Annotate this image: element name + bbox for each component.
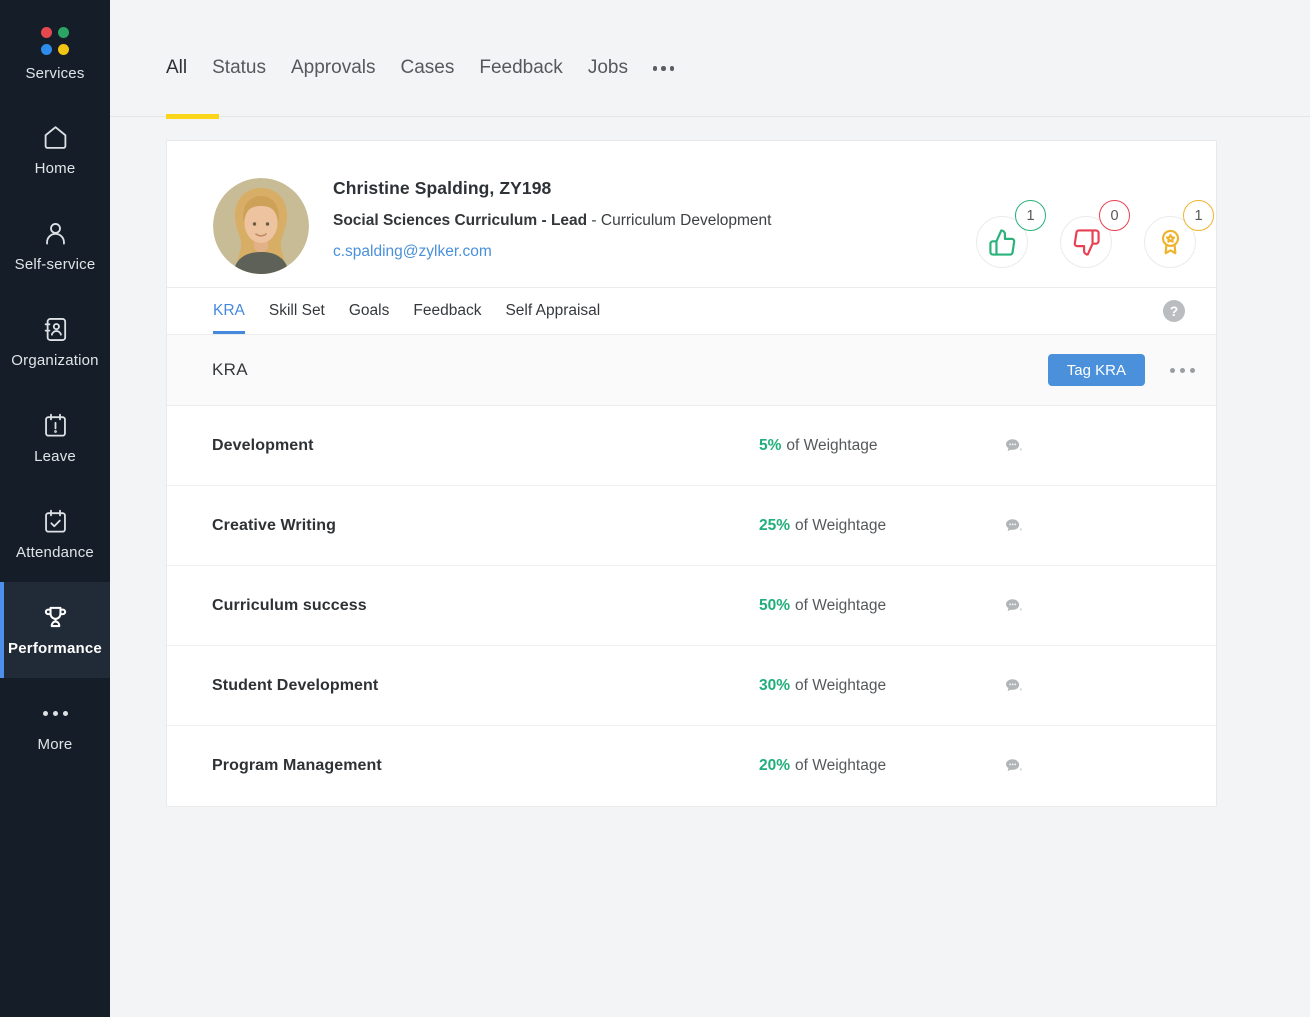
home-icon	[41, 123, 69, 151]
top-tab-bar: All Status Approvals Cases Feedback Jobs	[110, 0, 1310, 117]
comment-icon[interactable]	[1005, 678, 1022, 693]
kra-row-title: Curriculum success	[212, 597, 367, 615]
sidebar: Services Home Self-service Organization …	[0, 0, 110, 1017]
thumbs-down-count-badge: 0	[1099, 200, 1130, 231]
sidebar-item-label: Performance	[8, 640, 102, 657]
kra-row-weightage: 30% of Weightage	[759, 677, 886, 695]
kra-row-list: Development 5% of Weightage Creative Writ…	[167, 406, 1216, 806]
employee-header: Christine Spalding, ZY198 Social Science…	[167, 141, 1216, 288]
kra-row-percent: 50%	[759, 597, 790, 615]
comment-icon[interactable]	[1005, 518, 1022, 533]
sidebar-item-label: Home	[35, 160, 76, 177]
tab-jobs[interactable]: Jobs	[588, 56, 628, 116]
trophy-icon	[41, 603, 69, 631]
kra-row-percent: 25%	[759, 517, 790, 535]
tab-feedback[interactable]: Feedback	[479, 56, 562, 116]
kra-row-weightage-label: of Weightage	[786, 437, 877, 455]
sidebar-item-organization[interactable]: Organization	[0, 294, 110, 390]
tag-kra-button[interactable]: Tag KRA	[1048, 354, 1145, 386]
tab-goals[interactable]: Goals	[349, 288, 390, 334]
ellipsis-icon	[41, 699, 69, 727]
comment-icon[interactable]	[1005, 759, 1022, 774]
comment-icon[interactable]	[1005, 598, 1022, 613]
kra-row-title: Development	[212, 437, 314, 455]
thumbs-up-count-badge: 1	[1015, 200, 1046, 231]
kra-row-percent: 30%	[759, 677, 790, 695]
kra-row-weightage: 5% of Weightage	[759, 437, 877, 455]
kra-row-percent: 5%	[759, 437, 781, 455]
sidebar-item-home[interactable]: Home	[0, 102, 110, 198]
kra-row-title: Creative Writing	[212, 517, 336, 535]
kra-row-weightage: 20% of Weightage	[759, 757, 886, 775]
thumbs-down-button[interactable]: 0	[1060, 216, 1112, 268]
tab-feedback-inner[interactable]: Feedback	[413, 288, 481, 334]
sidebar-item-self-service[interactable]: Self-service	[0, 198, 110, 294]
kra-row-weightage-label: of Weightage	[795, 517, 886, 535]
sidebar-item-label: Attendance	[16, 544, 94, 561]
kra-row: Curriculum success 50% of Weightage	[167, 566, 1216, 646]
kra-row: Development 5% of Weightage	[167, 406, 1216, 486]
sidebar-item-label: Leave	[34, 448, 76, 465]
profile-tab-bar: KRA Skill Set Goals Feedback Self Apprai…	[167, 288, 1216, 335]
employee-card: Christine Spalding, ZY198 Social Science…	[166, 140, 1217, 807]
employee-info: Christine Spalding, ZY198 Social Science…	[333, 178, 771, 261]
sidebar-item-services[interactable]: Services	[0, 6, 110, 102]
avatar	[213, 178, 309, 274]
kra-more-menu-icon[interactable]	[1168, 362, 1197, 379]
thumbs-up-button[interactable]: 1	[976, 216, 1028, 268]
employee-role-primary: Social Sciences Curriculum - Lead	[333, 212, 587, 229]
award-button[interactable]: 1	[1144, 216, 1196, 268]
tab-skill-set[interactable]: Skill Set	[269, 288, 325, 334]
kra-row: Creative Writing 25% of Weightage	[167, 486, 1216, 566]
kra-row-title: Program Management	[212, 757, 382, 775]
sidebar-item-more[interactable]: More	[0, 678, 110, 774]
employee-role-separator: -	[587, 212, 601, 229]
sidebar-item-label: Self-service	[15, 256, 96, 273]
kra-row: Program Management 20% of Weightage	[167, 726, 1216, 806]
employee-email-link[interactable]: c.spalding@zylker.com	[333, 243, 771, 261]
employee-role-secondary: Curriculum Development	[601, 212, 772, 229]
kra-row-weightage: 50% of Weightage	[759, 597, 886, 615]
org-book-icon	[41, 315, 69, 343]
person-icon	[41, 219, 69, 247]
employee-role: Social Sciences Curriculum - Lead - Curr…	[333, 212, 771, 230]
calendar-check-icon	[41, 507, 69, 535]
kra-row-weightage-label: of Weightage	[795, 757, 886, 775]
main-content: All Status Approvals Cases Feedback Jobs	[110, 0, 1310, 1017]
sidebar-item-label: More	[38, 736, 73, 753]
employee-name: Christine Spalding, ZY198	[333, 178, 771, 199]
sidebar-item-label: Services	[25, 65, 84, 82]
sidebar-item-leave[interactable]: Leave	[0, 390, 110, 486]
calendar-exclaim-icon	[41, 411, 69, 439]
kra-row: Student Development 30% of Weightage	[167, 646, 1216, 726]
tab-all[interactable]: All	[166, 56, 187, 116]
tab-self-appraisal[interactable]: Self Appraisal	[505, 288, 600, 334]
sidebar-item-performance[interactable]: Performance	[0, 582, 110, 678]
kra-section-title: KRA	[212, 360, 248, 380]
kra-row-percent: 20%	[759, 757, 790, 775]
sidebar-item-attendance[interactable]: Attendance	[0, 486, 110, 582]
reaction-buttons: 1 0 1	[976, 216, 1196, 268]
more-tabs-icon[interactable]	[653, 56, 675, 71]
kra-row-weightage-label: of Weightage	[795, 677, 886, 695]
kra-row-title: Student Development	[212, 677, 378, 695]
help-icon[interactable]: ?	[1163, 300, 1185, 322]
kra-row-weightage-label: of Weightage	[795, 597, 886, 615]
tab-approvals[interactable]: Approvals	[291, 56, 376, 116]
tab-cases[interactable]: Cases	[401, 56, 455, 116]
sidebar-item-label: Organization	[11, 352, 98, 369]
award-count-badge: 1	[1183, 200, 1214, 231]
tab-status[interactable]: Status	[212, 56, 266, 116]
tab-kra[interactable]: KRA	[213, 288, 245, 334]
kra-row-weightage: 25% of Weightage	[759, 517, 886, 535]
comment-icon[interactable]	[1005, 438, 1022, 453]
services-grid-icon	[40, 26, 70, 56]
kra-section-header: KRA Tag KRA	[167, 335, 1216, 406]
